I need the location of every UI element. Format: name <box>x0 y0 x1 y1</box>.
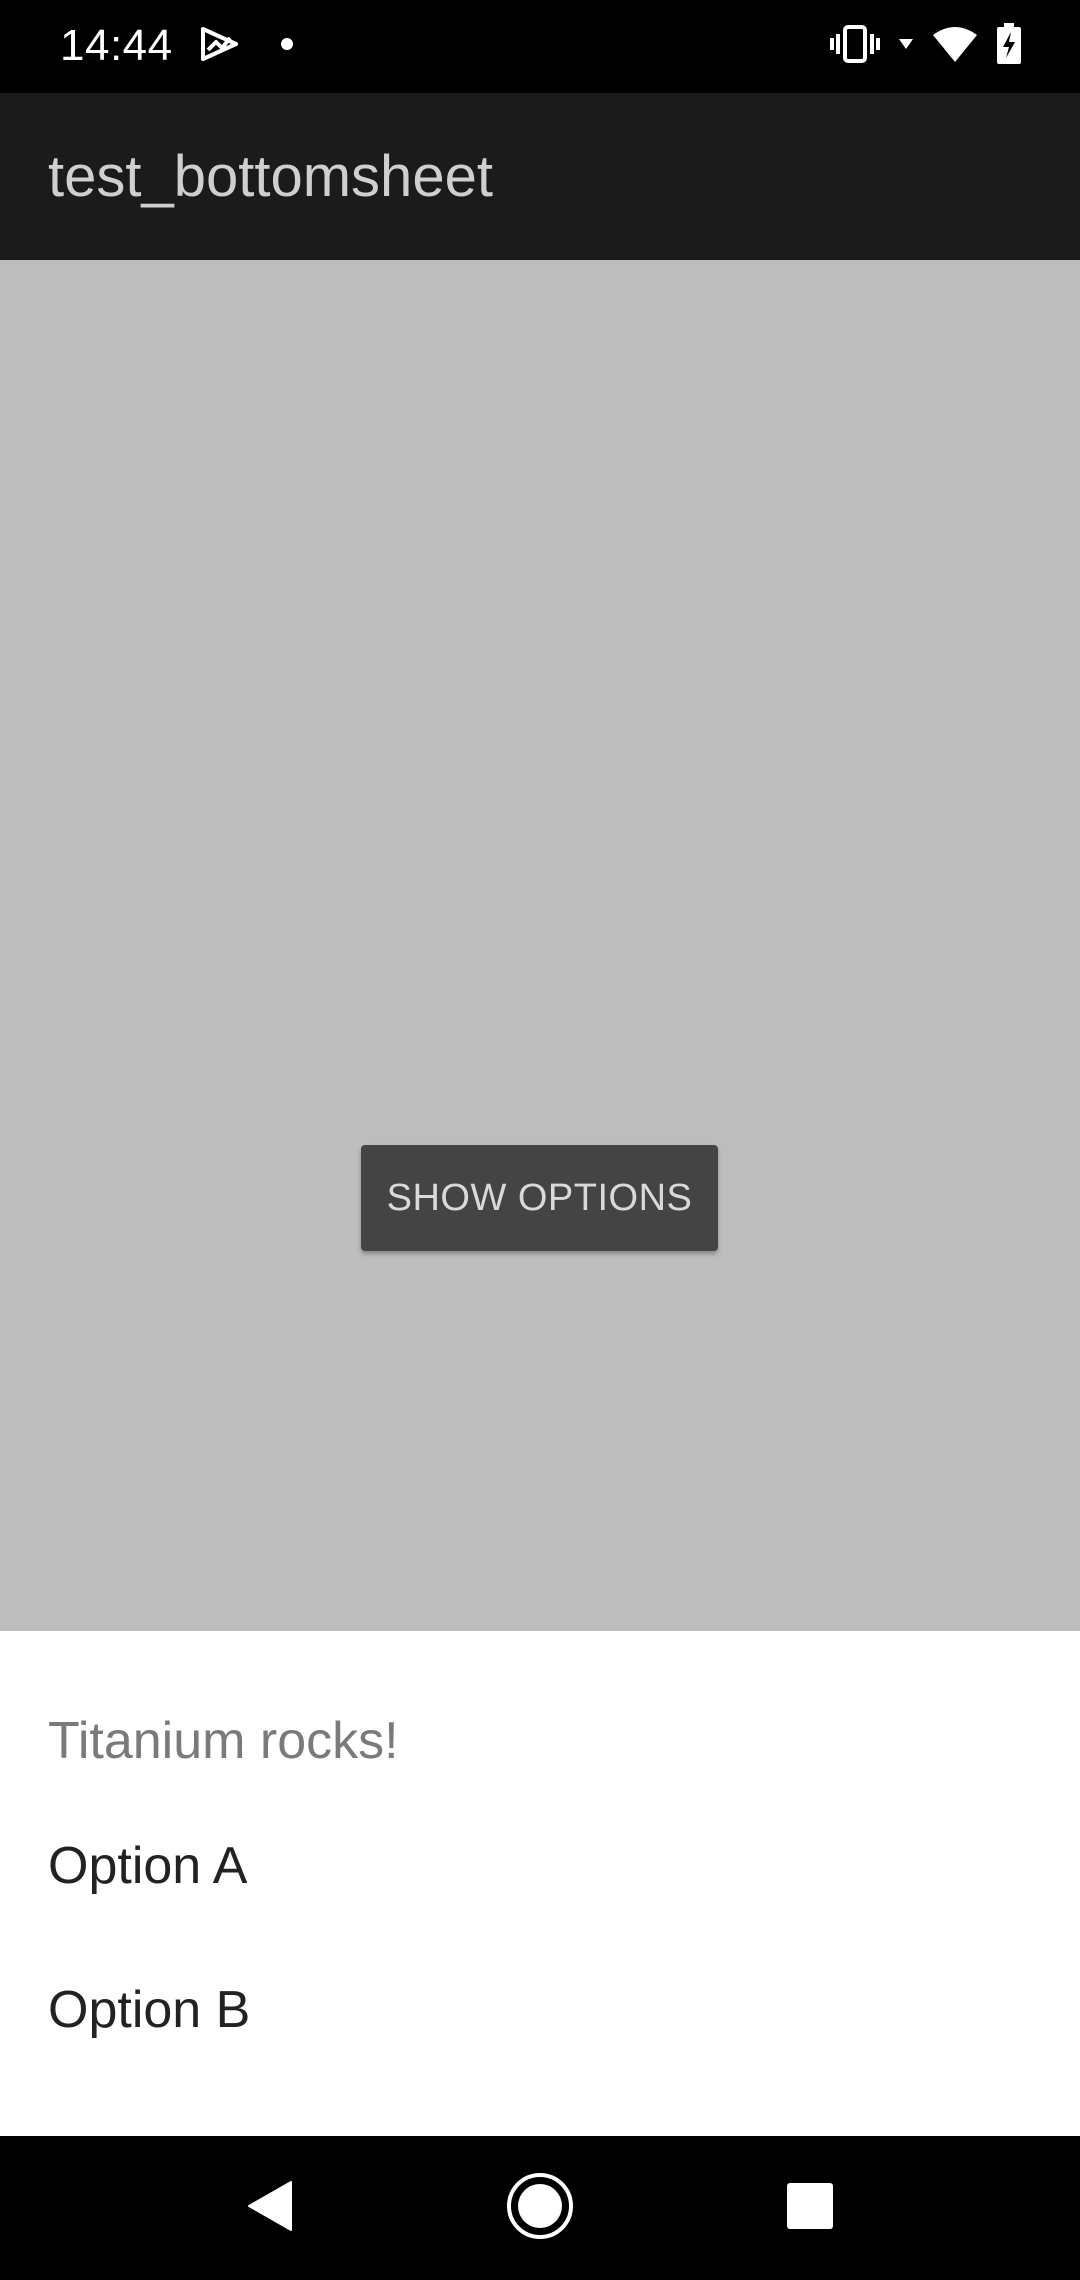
option-a-item[interactable]: Option A <box>0 1794 1080 1938</box>
navigation-bar <box>0 2136 1080 2280</box>
vibrate-icon <box>830 24 880 69</box>
battery-charging-icon <box>996 22 1022 70</box>
app-title: test_bottomsheet <box>48 144 493 209</box>
back-icon <box>245 2179 295 2238</box>
option-b-item[interactable]: Option B <box>0 1938 1080 2082</box>
option-label: Option A <box>48 1837 248 1895</box>
status-left-icons <box>200 24 294 68</box>
status-bar: 14:44 <box>0 0 1080 93</box>
play-store-icon <box>200 26 240 67</box>
phone-screen: 14:44 test_bottomsheet SHOW OPTIONS Tita… <box>0 0 1080 2280</box>
bottom-sheet-title: Titanium rocks! <box>48 1712 399 1770</box>
option-label: Option B <box>48 1981 251 2039</box>
recents-button[interactable] <box>760 2158 860 2258</box>
recents-icon <box>785 2181 835 2236</box>
status-time: 14:44 <box>60 21 173 70</box>
back-button[interactable] <box>220 2158 320 2258</box>
home-button[interactable] <box>490 2158 590 2258</box>
wifi-icon <box>932 25 978 68</box>
show-options-button[interactable]: SHOW OPTIONS <box>361 1145 718 1251</box>
dropdown-indicator-icon <box>898 37 914 55</box>
main-content: SHOW OPTIONS <box>0 260 1080 1631</box>
bottom-sheet: Titanium rocks! Option A Option B <box>0 1631 1080 2136</box>
app-bar: test_bottomsheet <box>0 93 1080 260</box>
notification-dot-icon <box>280 37 294 56</box>
home-icon <box>505 2171 575 2246</box>
status-right-icons <box>830 22 1022 70</box>
